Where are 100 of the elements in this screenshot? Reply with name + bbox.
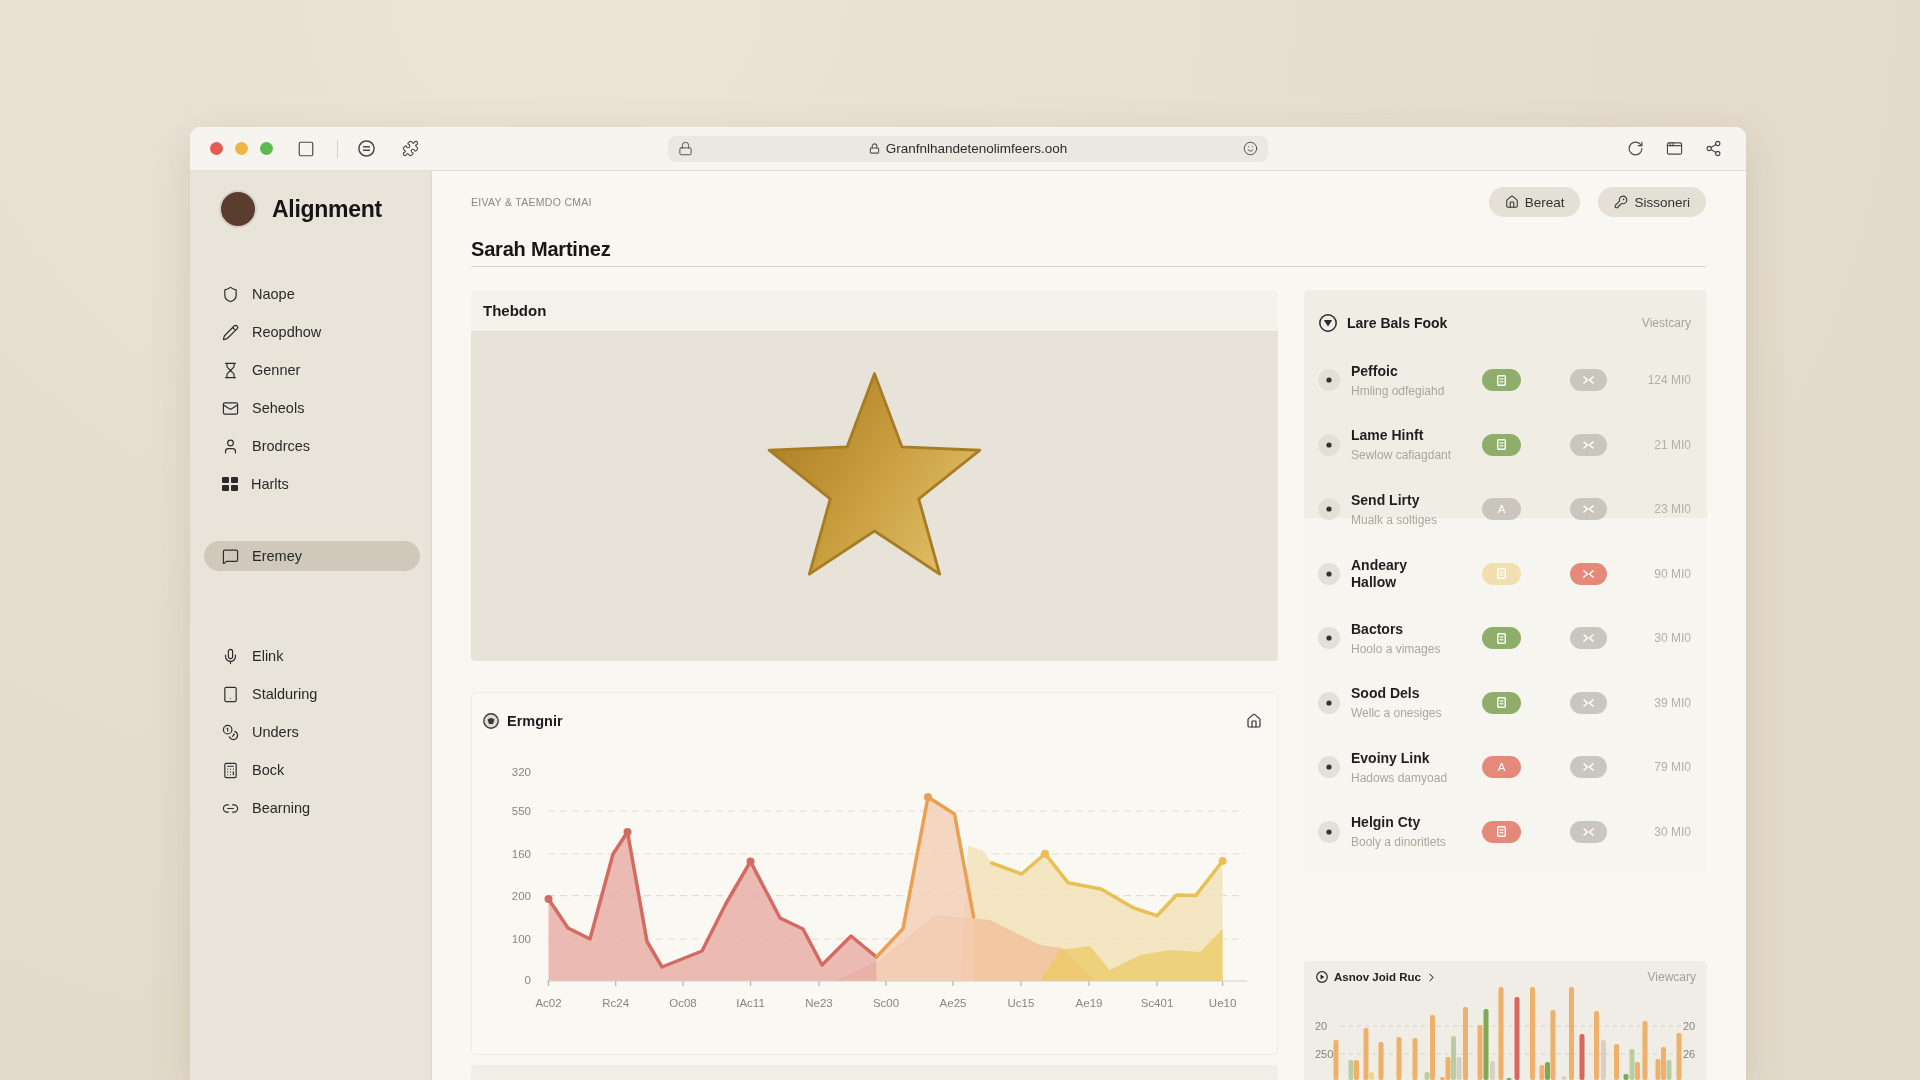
row-value: 124 MI0: [1647, 373, 1691, 388]
row-subtitle: Hadows damyoad: [1351, 770, 1449, 785]
sidebar-item[interactable]: Stalduring: [204, 679, 420, 709]
panel-title: Lare Bals Fook: [1347, 315, 1448, 331]
bar: [1396, 1037, 1402, 1080]
square-icon[interactable]: [297, 139, 315, 158]
sidebar-item[interactable]: Eremey: [204, 541, 420, 571]
chevrons-icon: [1583, 376, 1594, 385]
row-value: 23 MI0: [1654, 502, 1691, 517]
status-tag: A: [1482, 756, 1521, 779]
sidebar-item[interactable]: Bock: [204, 755, 420, 785]
action-button[interactable]: Bereat: [1488, 187, 1581, 217]
row-subtitle: Hmling odfegiahd: [1351, 383, 1446, 398]
sidebar-item[interactable]: Elink: [204, 641, 420, 671]
share-icon[interactable]: [1705, 140, 1722, 157]
chevrons-icon: [1583, 505, 1594, 514]
axis-label: 160: [511, 848, 531, 861]
bar: [1333, 1040, 1339, 1080]
house-icon[interactable]: [1246, 712, 1262, 729]
disc-icon: [1318, 627, 1340, 650]
axis-label: Ae25: [939, 997, 967, 1010]
sidebar-item[interactable]: Bearning: [204, 793, 420, 823]
axis-label: Ae19: [1075, 997, 1103, 1010]
data-point: [1218, 857, 1227, 865]
sidebar-item[interactable]: Seheols: [204, 393, 420, 423]
row-title: Peffoic: [1351, 362, 1399, 380]
document-icon: [1497, 697, 1506, 709]
sidebar-item[interactable]: Genner: [204, 355, 420, 385]
document-icon: [1497, 439, 1506, 451]
window-icon[interactable]: [1666, 140, 1683, 157]
pencil-icon: [222, 323, 239, 341]
chevrons-icon: [1583, 634, 1594, 643]
round-badge-icon: [483, 712, 499, 729]
row-title: Evoiny Link: [1351, 749, 1431, 767]
address-field[interactable]: Granfnlhandetenolimfeers.ooh: [668, 135, 1268, 162]
row-subtitle: Mualk a soltiges: [1351, 512, 1439, 527]
disc-icon: [1318, 820, 1340, 843]
shield-icon: [222, 285, 239, 303]
row-value: 21 MI0: [1654, 437, 1691, 452]
list-circle-icon[interactable]: [358, 140, 375, 157]
refresh-icon[interactable]: [1627, 140, 1644, 157]
hourglass-icon: [222, 361, 239, 379]
close-button[interactable]: [210, 142, 223, 155]
card-title: Ermgnir: [507, 712, 563, 729]
chevrons-icon: [1583, 698, 1594, 707]
app-name: Alignment: [272, 195, 382, 223]
data-point: [544, 895, 553, 903]
axis-label: Sc00: [872, 997, 900, 1010]
disc-icon: [1318, 562, 1340, 585]
bar: [1594, 1011, 1599, 1080]
action-button[interactable]: Sissoneri: [1598, 187, 1706, 217]
axis-label: 20: [1683, 1019, 1696, 1032]
calculator-icon: [222, 761, 239, 779]
url-text: Granfnlhandetenolimfeers.ooh: [885, 141, 1068, 156]
row-title: Bactors: [1351, 620, 1405, 638]
bar: [1676, 1033, 1682, 1080]
axis-label: Ue10: [1208, 997, 1237, 1010]
document-icon: [1497, 568, 1506, 580]
document-icon: [1497, 632, 1506, 644]
axis-label: IAc11: [736, 997, 765, 1010]
document-icon: [1497, 826, 1506, 838]
row-subtitle: Sewlow cafiagdant: [1351, 448, 1453, 463]
axis-label: 200: [511, 889, 531, 902]
status-tag: A: [1482, 498, 1521, 521]
key-icon: [1614, 195, 1629, 209]
puzzle-icon[interactable]: [402, 140, 419, 157]
axis-label: 26: [1683, 1047, 1696, 1060]
bar: [1378, 1042, 1384, 1080]
row-title: Lame Hinft: [1351, 427, 1425, 445]
bar: [1579, 1034, 1585, 1080]
row-value: 30 MI0: [1654, 824, 1691, 839]
row-value: 90 MI0: [1654, 566, 1691, 581]
axis-label: 20: [1315, 1019, 1328, 1032]
play-circle-icon: [1316, 971, 1328, 983]
sidebar-item[interactable]: Unders: [204, 717, 420, 747]
sidebar-item[interactable]: Naope: [204, 279, 420, 309]
axis-label: Sc401: [1140, 997, 1174, 1010]
disc-icon: [1318, 691, 1340, 714]
data-point: [924, 793, 932, 801]
row-title: Andeary Hallow: [1351, 556, 1409, 591]
row-value: 79 MI0: [1654, 760, 1691, 775]
caret-circle-icon: [1319, 314, 1337, 332]
chevrons-icon: [1583, 827, 1594, 836]
data-point: [746, 857, 755, 866]
chevrons-icon: [1583, 763, 1594, 772]
disc-icon: [1318, 369, 1340, 392]
bar: [1614, 1044, 1619, 1080]
axis-label: 320: [511, 765, 531, 778]
lock-icon: [868, 143, 880, 154]
microphone-icon: [222, 647, 239, 665]
lock-icon: [678, 141, 693, 156]
axis-label: Ac02: [535, 997, 562, 1010]
chevrons-icon: [1583, 569, 1594, 578]
sidebar-item[interactable]: Reopdhow: [204, 317, 420, 347]
sidebar-item[interactable]: Brodrces: [204, 431, 420, 461]
document-icon: [1497, 374, 1506, 386]
sidebar-item[interactable]: Harlts: [204, 469, 420, 499]
axis-label: 550: [511, 805, 531, 818]
axis-label: 100: [511, 933, 531, 946]
smiley-icon[interactable]: [1243, 141, 1258, 156]
